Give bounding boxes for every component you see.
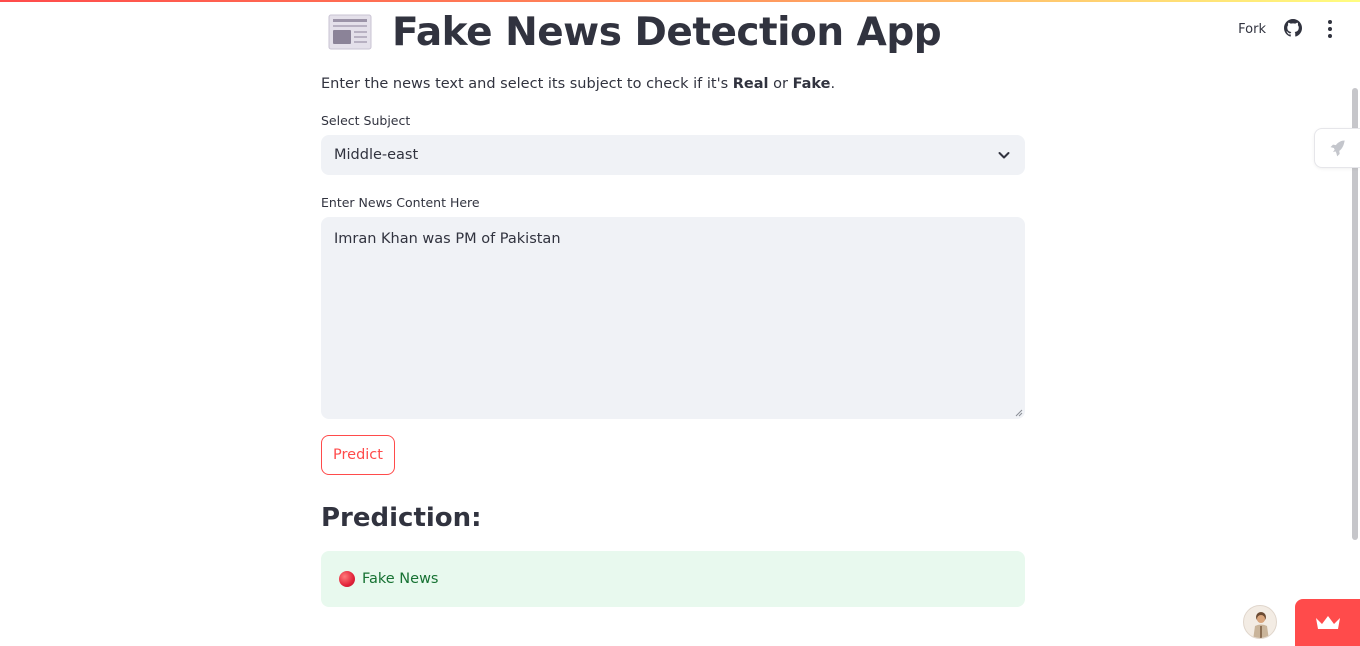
crown-icon: [1315, 615, 1340, 629]
fork-button[interactable]: Fork: [1238, 22, 1266, 37]
title-row: Fake News Detection App: [321, 0, 1025, 64]
prediction-result-box: Fake News: [321, 551, 1025, 607]
streamlit-crown-button[interactable]: [1295, 599, 1360, 646]
red-circle-icon: [339, 571, 355, 587]
subject-selected-value: Middle-east: [334, 147, 419, 163]
prediction-result-text: Fake News: [362, 571, 439, 587]
subject-label: Select Subject: [321, 113, 411, 128]
main-content: Fake News Detection App Enter the news t…: [321, 0, 1025, 607]
content-label: Enter News Content Here: [321, 195, 480, 210]
news-content-textarea[interactable]: Imran Khan was PM of Pakistan: [321, 217, 1025, 419]
subject-select[interactable]: Middle-east: [321, 135, 1025, 175]
chevron-down-icon: [998, 152, 1010, 159]
news-content-value: Imran Khan was PM of Pakistan: [334, 231, 561, 247]
page-title: Fake News Detection App: [392, 9, 942, 55]
predict-button[interactable]: Predict: [321, 435, 395, 475]
toolbar: Fork: [1238, 19, 1338, 39]
deploy-side-tab[interactable]: [1314, 128, 1360, 168]
rocket-icon: [1330, 140, 1345, 157]
prediction-heading: Prediction:: [321, 503, 482, 533]
github-icon[interactable]: [1284, 19, 1304, 39]
resize-grip-icon[interactable]: [1015, 409, 1023, 417]
real-keyword: Real: [732, 76, 769, 92]
fake-keyword: Fake: [792, 76, 831, 92]
intro-text: Enter the news text and select its subje…: [321, 76, 836, 92]
creator-avatar[interactable]: [1243, 605, 1277, 639]
newspaper-icon: [328, 13, 372, 51]
more-vertical-icon[interactable]: [1322, 19, 1338, 39]
